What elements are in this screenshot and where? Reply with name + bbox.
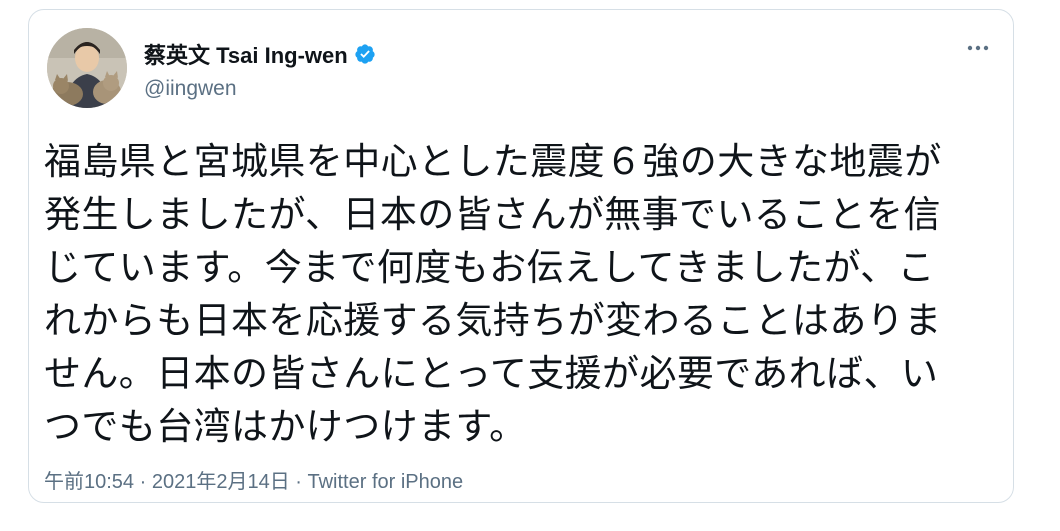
meta-separator: · — [134, 471, 152, 493]
tweet-text-line: つでも台湾はかけつけます。 — [44, 406, 527, 447]
author-handle[interactable]: @iingwen — [144, 77, 237, 101]
tweet-text-line: じています。今まで何度もお伝えしてきましたが、こ — [44, 247, 935, 288]
avatar-image — [47, 28, 127, 108]
tweet-text-line: せん。日本の皆さんにとって支援が必要であれば、い — [44, 353, 939, 394]
tweet-source[interactable]: Twitter for iPhone — [308, 471, 464, 493]
tweet-meta: 午前10:54 · 2021年2月14日 · Twitter for iPhon… — [44, 465, 463, 494]
display-name[interactable]: 蔡英文 Tsai Ing-wen — [144, 38, 348, 70]
tweet-card[interactable]: 蔡英文 Tsai Ing-wen @iingwen 福島県と宮城県を中心とした震… — [28, 9, 1014, 503]
author-name-row[interactable]: 蔡英文 Tsai Ing-wen — [144, 40, 376, 68]
more-dots-icon[interactable] — [961, 36, 995, 60]
verified-badge-icon — [354, 43, 376, 65]
tweet-text: 福島県と宮城県を中心とした震度６強の大きな地震が 発生しましたが、日本の皆さんが… — [44, 135, 1004, 453]
tweet-text-line: れからも日本を応援する気持ちが変わることはありま — [44, 300, 942, 341]
tweet-time[interactable]: 午前10:54 — [44, 471, 134, 493]
avatar[interactable] — [47, 28, 127, 108]
tweet-text-line: 発生しましたが、日本の皆さんが無事でいることを信 — [44, 194, 941, 235]
meta-separator: · — [289, 471, 308, 493]
tweet-text-line: 福島県と宮城県を中心とした震度６強の大きな地震が — [44, 141, 942, 182]
tweet-date[interactable]: 2021年2月14日 — [152, 471, 290, 493]
